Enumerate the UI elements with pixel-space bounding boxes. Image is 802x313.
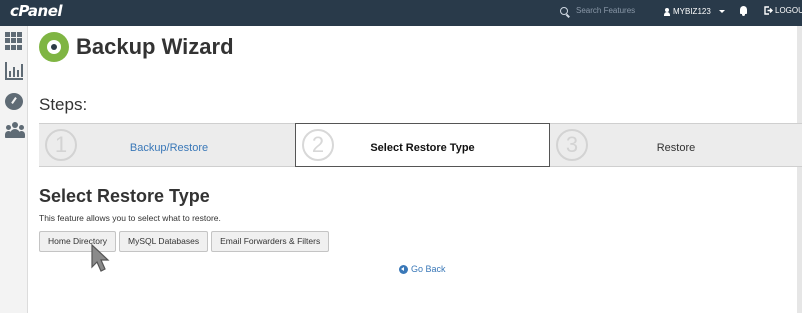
steps-heading: Steps:	[39, 95, 88, 114]
wizard-steps: 1 Backup/Restore 2 Select Restore Type 3…	[39, 123, 802, 167]
left-sidebar	[0, 26, 28, 313]
page-title: Backup Wizard	[76, 34, 234, 59]
section-description: This feature allows you to select what t…	[39, 213, 221, 223]
logout-label: LOGOU	[775, 6, 802, 15]
top-navigation-bar: cPanel Search Features MYBIZ123 LOGOU	[0, 0, 802, 26]
stats-chart-icon[interactable]	[5, 62, 23, 80]
mysql-databases-button[interactable]: MySQL Databases	[119, 231, 209, 252]
step-1: 1 Backup/Restore	[39, 123, 295, 167]
logout-button[interactable]: LOGOU	[764, 6, 802, 15]
user-menu[interactable]: MYBIZ123	[664, 7, 725, 16]
page-scrollbar[interactable]	[797, 26, 802, 313]
arrow-left-circle-icon	[399, 264, 408, 274]
username-label: MYBIZ123	[673, 7, 711, 16]
restore-type-buttons: Home Directory MySQL Databases Email For…	[39, 231, 330, 252]
step-1-backup-restore-link[interactable]: Backup/Restore	[39, 142, 295, 154]
cpanel-logo[interactable]: cPanel	[10, 2, 63, 20]
step-2: 2 Select Restore Type	[295, 123, 550, 167]
section-title: Select Restore Type	[39, 186, 210, 206]
go-back-link[interactable]: Go Back	[399, 264, 446, 274]
backup-wizard-icon	[39, 32, 69, 62]
user-icon	[664, 7, 670, 16]
notifications-bell-icon[interactable]	[739, 6, 748, 16]
step-2-label: Select Restore Type	[370, 142, 475, 154]
apps-grid-icon[interactable]	[5, 32, 23, 50]
dashboard-gauge-icon[interactable]	[5, 93, 23, 110]
chevron-down-icon	[718, 10, 725, 13]
search-input[interactable]: Search Features	[576, 6, 635, 15]
go-back-label: Go Back	[411, 264, 446, 274]
page-header: Backup Wizard	[39, 32, 234, 62]
step-3-label: Restore	[656, 142, 696, 154]
email-forwarders-filters-button[interactable]: Email Forwarders & Filters	[211, 231, 330, 252]
search-icon	[560, 6, 568, 15]
step-3: 3 Restore	[550, 123, 802, 167]
search-features[interactable]: Search Features	[560, 6, 635, 15]
mouse-pointer-icon	[91, 243, 110, 272]
users-icon[interactable]	[5, 122, 25, 140]
logout-icon	[764, 6, 773, 15]
